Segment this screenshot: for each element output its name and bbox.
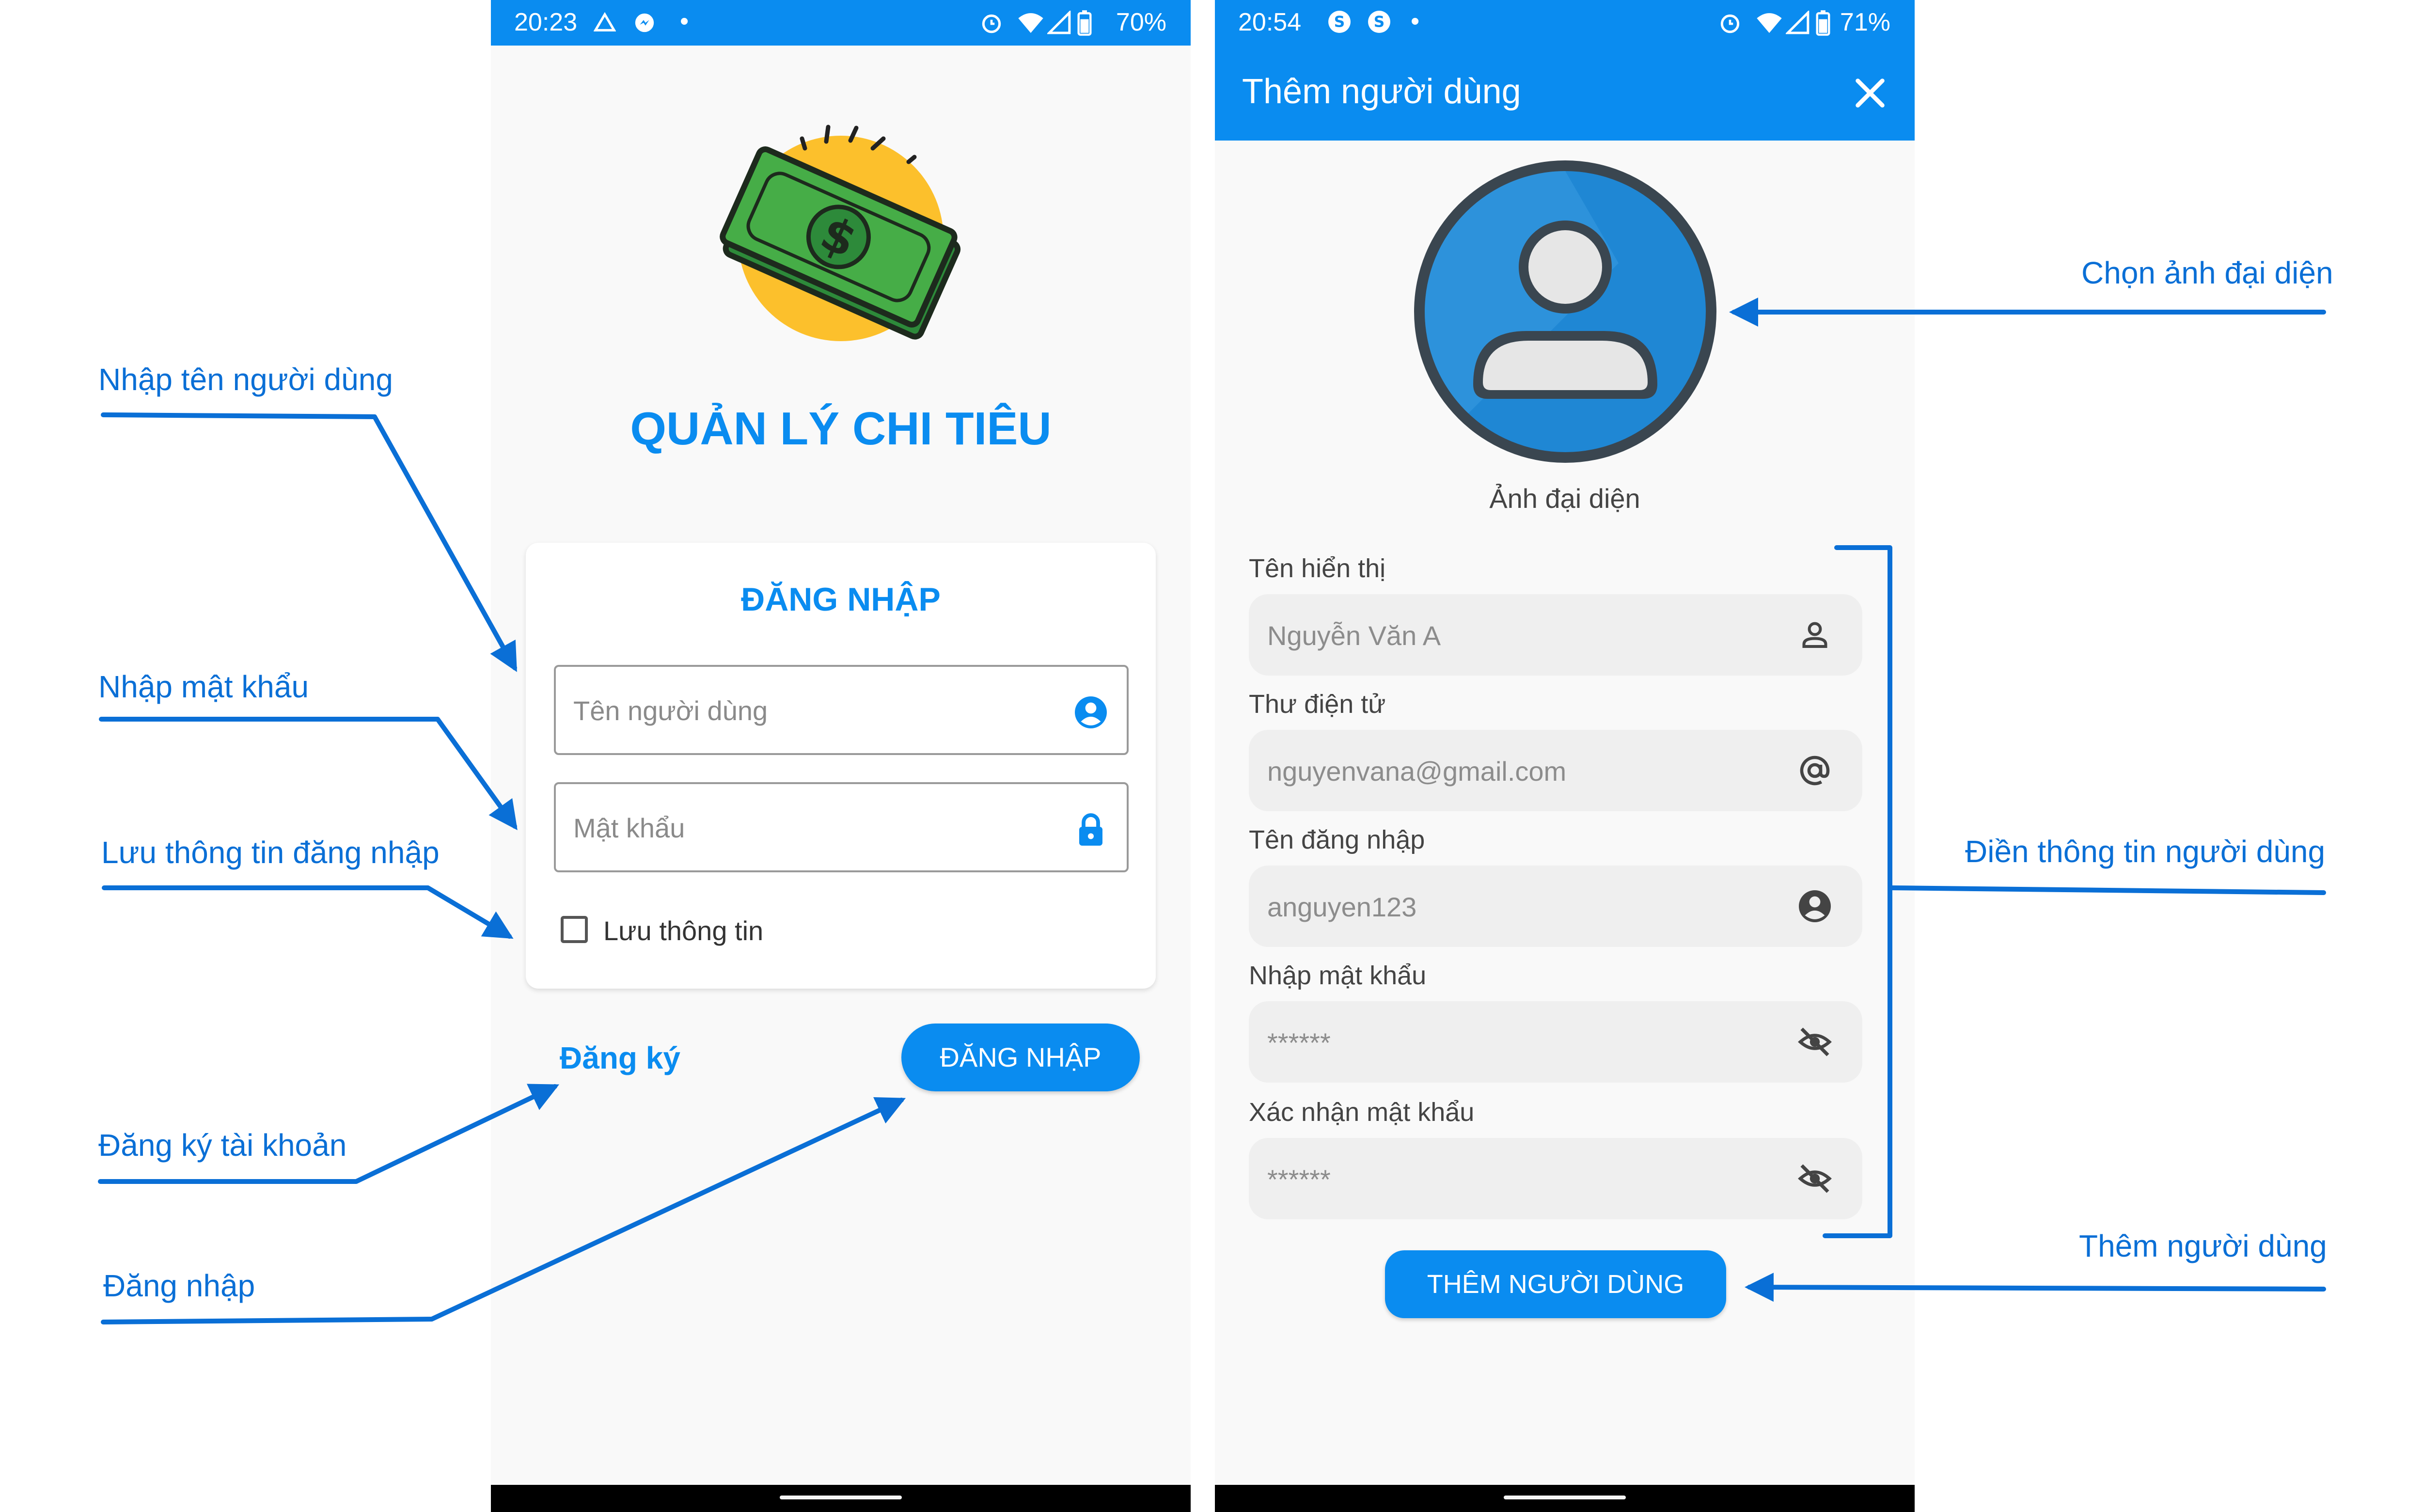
annotation-fill-user-info: Điền thông tin người dùng: [1965, 834, 2326, 869]
arrow-save-login: [102, 885, 514, 939]
annotation-arrows: [98, 298, 2326, 1324]
line-fill-user-info: [1888, 885, 2326, 895]
annotation-login: Đăng nhập: [103, 1268, 255, 1303]
annotation-enter-username: Nhập tên người dùng: [98, 362, 393, 397]
annotation-choose-avatar: Chọn ảnh đại diện: [2081, 255, 2333, 290]
annotation-save-login: Lưu thông tin đăng nhập: [101, 835, 440, 870]
bracket-user-info: [1823, 545, 1892, 1238]
annotation-enter-password: Nhập mật khẩu: [98, 669, 309, 704]
arrow-enter-password: [99, 717, 518, 831]
annotation-add-user: Thêm người dùng: [2079, 1228, 2327, 1263]
annotation-register-account: Đăng ký tài khoản: [98, 1128, 347, 1163]
arrow-enter-username: [101, 412, 517, 672]
arrow-add-user: [1745, 1273, 2326, 1302]
